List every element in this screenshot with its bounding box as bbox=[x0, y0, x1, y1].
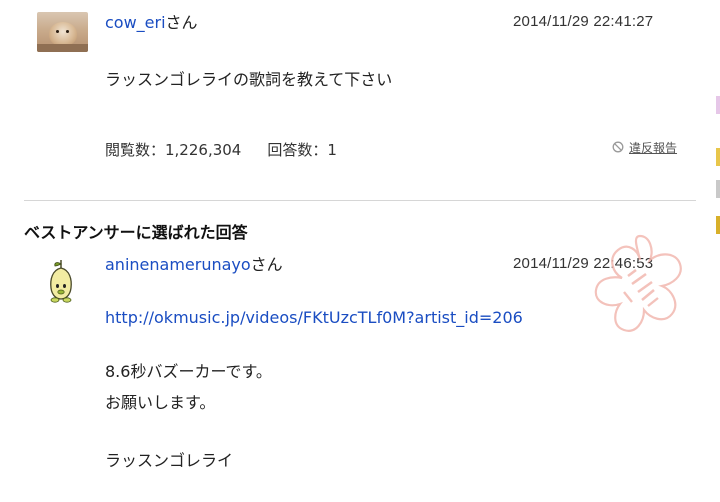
question-text: ラッスンゴレライの歌詞を教えて下さい bbox=[105, 70, 393, 89]
prohibited-icon bbox=[612, 141, 624, 153]
answer-line-1: 8.6秒バズーカーです。 bbox=[105, 362, 272, 381]
sidebar-edge bbox=[696, 0, 720, 502]
answer-link[interactable]: http://okmusic.jp/videos/FKtUzcTLf0M?art… bbox=[105, 308, 523, 328]
answerer-name-link[interactable]: aninenamerunayo bbox=[105, 255, 251, 274]
answer-line-2: お願いします。 bbox=[105, 393, 216, 412]
question-stats: 閲覧数：1,226,304 回答数：1 bbox=[105, 140, 337, 160]
question-timestamp: 2014/11/29 22:41:27 bbox=[513, 13, 654, 30]
questioner-honorific: さん bbox=[165, 13, 198, 32]
questioner-name-link[interactable]: cow_eri bbox=[105, 13, 166, 32]
hamster-image bbox=[49, 22, 77, 46]
answerer-honorific: さん bbox=[250, 255, 283, 274]
sidebar-fragment bbox=[716, 96, 720, 114]
section-divider bbox=[24, 200, 696, 201]
view-count: 閲覧数：1,226,304 bbox=[105, 141, 242, 159]
seedling-character-icon[interactable] bbox=[46, 258, 76, 304]
questioner-avatar[interactable] bbox=[37, 12, 88, 52]
qa-page: cow_eriさん 2014/11/29 22:41:27 ラッスンゴレライの歌… bbox=[0, 0, 696, 502]
report-link[interactable]: 違反報告 bbox=[629, 139, 677, 157]
best-answer-heading: ベストアンサーに選ばれた回答 bbox=[24, 223, 248, 242]
sidebar-fragment bbox=[716, 180, 720, 198]
questioner-name-row: cow_eriさん bbox=[105, 13, 198, 33]
answer-line-3: ラッスンゴレライ bbox=[105, 451, 234, 470]
answerer-name-row: aninenamerunayoさん bbox=[105, 255, 283, 275]
sidebar-fragment bbox=[716, 216, 720, 234]
answer-count: 回答数：1 bbox=[267, 141, 337, 159]
flower-stamp-icon bbox=[594, 234, 682, 332]
sidebar-fragment bbox=[716, 148, 720, 166]
avatar-floor bbox=[37, 44, 88, 52]
